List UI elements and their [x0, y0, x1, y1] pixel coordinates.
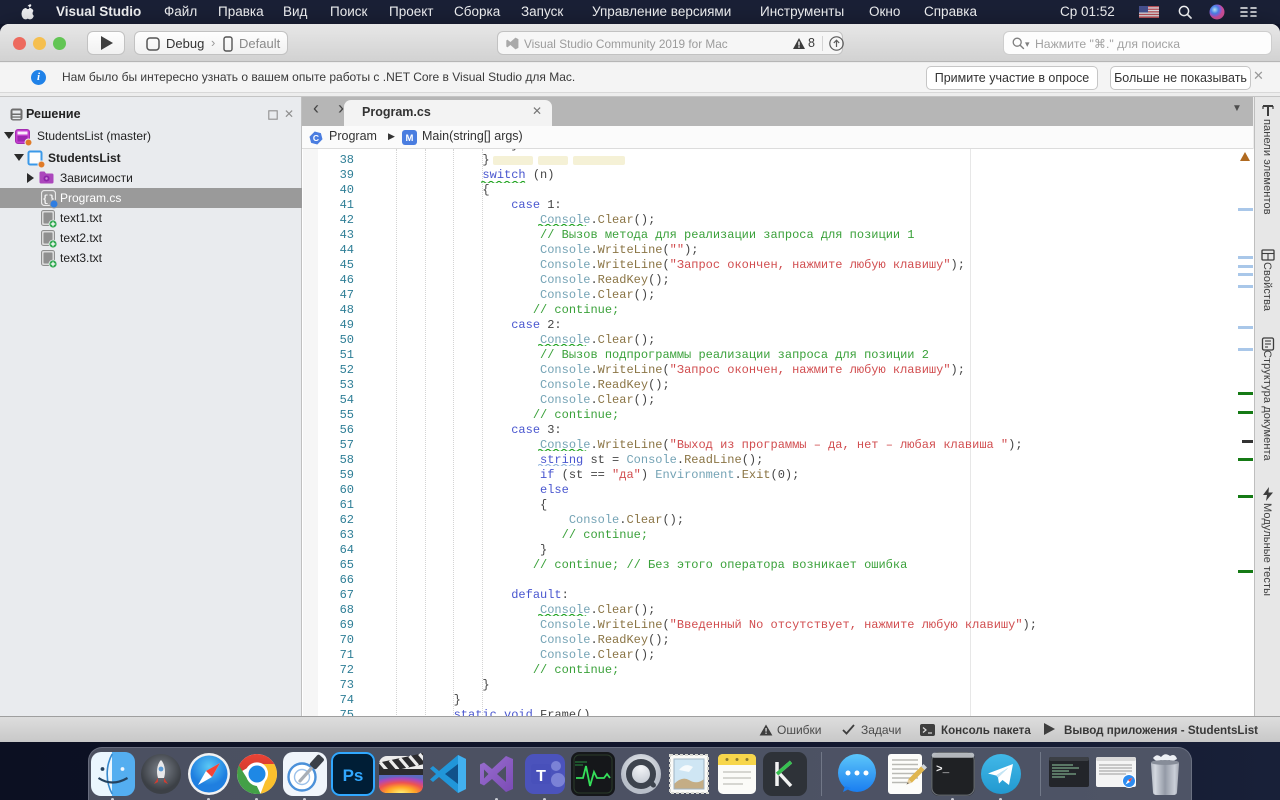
svg-text:Ps: Ps: [343, 766, 364, 785]
svg-text:M: M: [406, 133, 414, 144]
svg-text:T: T: [536, 768, 546, 785]
svg-text:C: C: [313, 133, 319, 143]
svg-text:>_: >_: [936, 764, 950, 776]
